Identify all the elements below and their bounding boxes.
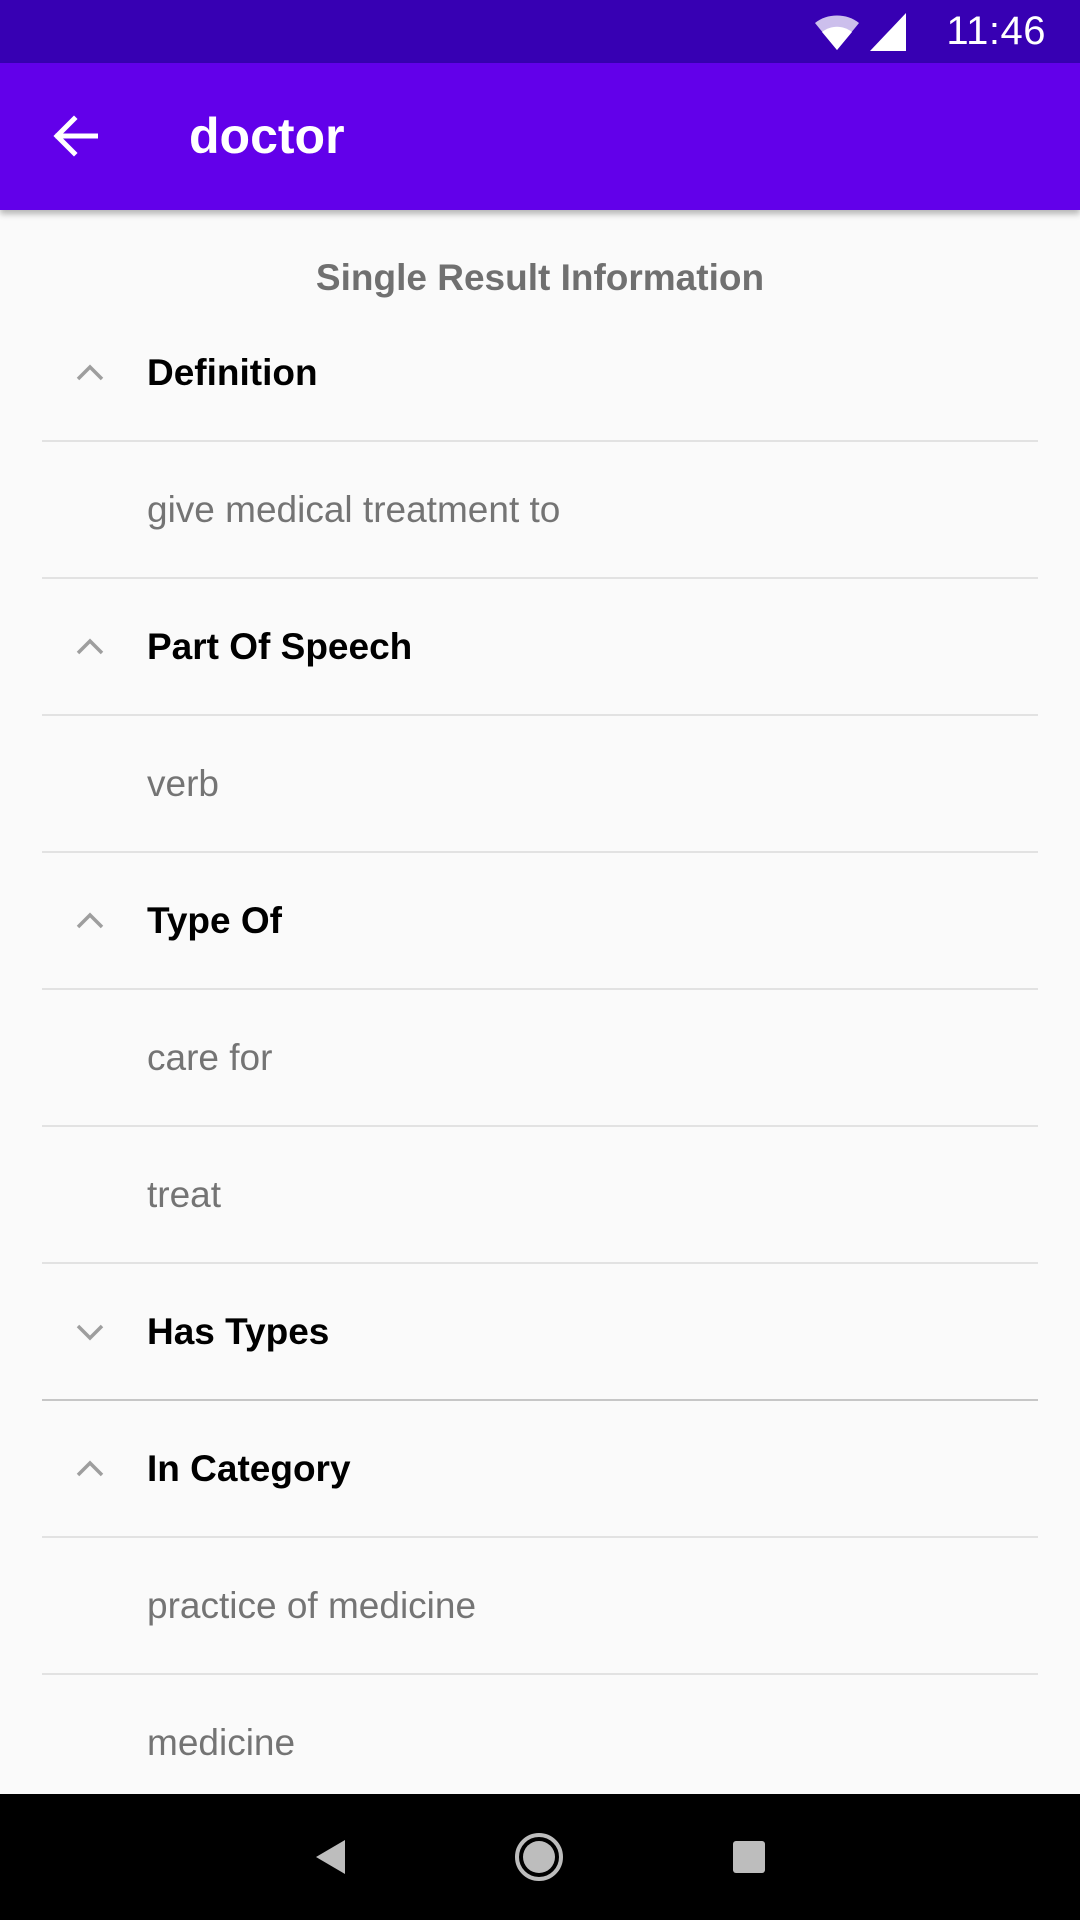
list-item[interactable]: practice of medicine [42, 1538, 1038, 1675]
nav-back-button[interactable] [294, 1821, 366, 1893]
nav-recents-button[interactable] [713, 1821, 785, 1893]
list-item[interactable]: care for [42, 990, 1038, 1127]
app-bar: doctor [0, 63, 1080, 210]
section-header-label: Type Of [147, 900, 282, 941]
status-icons: 11:46 [814, 0, 1046, 63]
cell-signal-icon [870, 12, 907, 51]
app-title: doctor [189, 108, 345, 164]
list-item[interactable]: treat [42, 1127, 1038, 1264]
result-list: Definition give medical treatment to Par… [42, 305, 1038, 1794]
section-header-part-of-speech[interactable]: Part Of Speech [42, 579, 1038, 716]
chevron-down-icon [76, 1324, 104, 1340]
section-header-label: Part Of Speech [147, 626, 413, 667]
list-item-label: treat [147, 1174, 222, 1215]
list-item[interactable]: give medical treatment to [42, 442, 1038, 579]
section-header-label: Has Types [147, 1311, 330, 1352]
section-header-has-types[interactable]: Has Types [42, 1264, 1038, 1401]
section-header-type-of[interactable]: Type Of [42, 853, 1038, 990]
arrow-back-icon [53, 115, 98, 157]
chevron-up-icon [76, 638, 104, 654]
chevron-up-icon [76, 912, 104, 928]
list-item-label: give medical treatment to [147, 489, 561, 530]
list-item[interactable]: medicine [42, 1675, 1038, 1794]
list-item-label: medicine [147, 1722, 296, 1763]
list-item-label: practice of medicine [147, 1585, 477, 1626]
section-header-definition[interactable]: Definition [42, 305, 1038, 442]
section-header-label: In Category [147, 1448, 351, 1489]
wifi-icon [814, 13, 860, 51]
recents-square-icon [733, 1841, 765, 1873]
content-area: Single Result Information Definition giv… [0, 210, 1080, 1794]
chevron-up-icon [76, 1460, 104, 1476]
list-item[interactable]: verb [42, 716, 1038, 853]
navigation-bar [0, 1794, 1080, 1920]
home-circle-icon [515, 1833, 563, 1881]
section-header-label: Definition [147, 352, 318, 393]
status-bar: 11:46 [0, 0, 1080, 63]
status-time: 11:46 [946, 9, 1046, 53]
list-item-label: care for [147, 1037, 273, 1078]
list-item-label: verb [147, 763, 219, 804]
back-triangle-icon [316, 1840, 345, 1874]
section-header-in-category[interactable]: In Category [42, 1401, 1038, 1538]
chevron-up-icon [76, 364, 104, 380]
nav-home-button[interactable] [503, 1821, 575, 1893]
back-button[interactable] [34, 95, 116, 177]
